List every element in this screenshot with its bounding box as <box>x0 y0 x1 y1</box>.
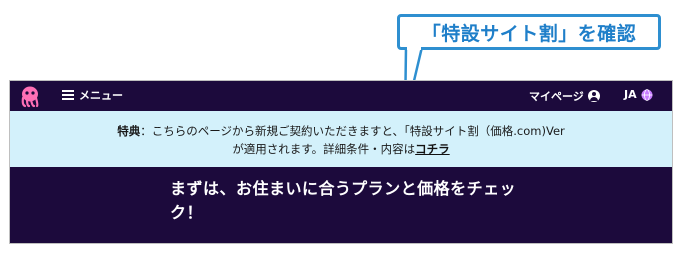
banner-line1-body: こちらのページから新規ご契約いただきますと、「特設サイト割（価格.com)Ver <box>151 124 565 138</box>
hero-title: まずは、お住まいに合うプランと価格をチェック！ <box>170 179 517 222</box>
mypage-link[interactable]: マイページ <box>529 88 600 104</box>
banner-prefix: 特典 <box>117 124 141 138</box>
website-screenshot: メニュー マイページ JA 特典：こちらのページから新規ご契約いただきますと、「… <box>9 80 673 244</box>
menu-button[interactable]: メニュー <box>62 87 123 103</box>
banner-separator: ： <box>140 124 152 138</box>
promo-banner: 特典：こちらのページから新規ご契約いただきますと、「特設サイト割（価格.com)… <box>10 111 672 167</box>
menu-label: メニュー <box>79 89 123 102</box>
details-link[interactable]: コチラ <box>415 142 450 156</box>
language-selector[interactable]: JA <box>624 88 653 101</box>
octopus-logo-icon[interactable] <box>18 84 42 108</box>
language-label: JA <box>624 88 637 101</box>
user-icon <box>587 90 600 102</box>
hero-section: まずは、お住まいに合うプランと価格をチェック！ <box>10 167 672 243</box>
mypage-label: マイページ <box>529 90 584 103</box>
banner-line-2: が適用されます。詳細条件・内容はコチラ <box>232 142 449 156</box>
globe-icon <box>641 88 653 101</box>
annotation-callout: 「特設サイト割」を確認 <box>397 14 661 50</box>
banner-line-1: 特典：こちらのページから新規ご契約いただきますと、「特設サイト割（価格.com)… <box>10 122 672 140</box>
site-header: メニュー マイページ JA <box>10 81 672 111</box>
hamburger-icon <box>62 90 74 100</box>
annotation-callout-text: 「特設サイト割」を確認 <box>421 22 637 45</box>
banner-line2-body: が適用されます。詳細条件・内容は <box>232 142 416 156</box>
